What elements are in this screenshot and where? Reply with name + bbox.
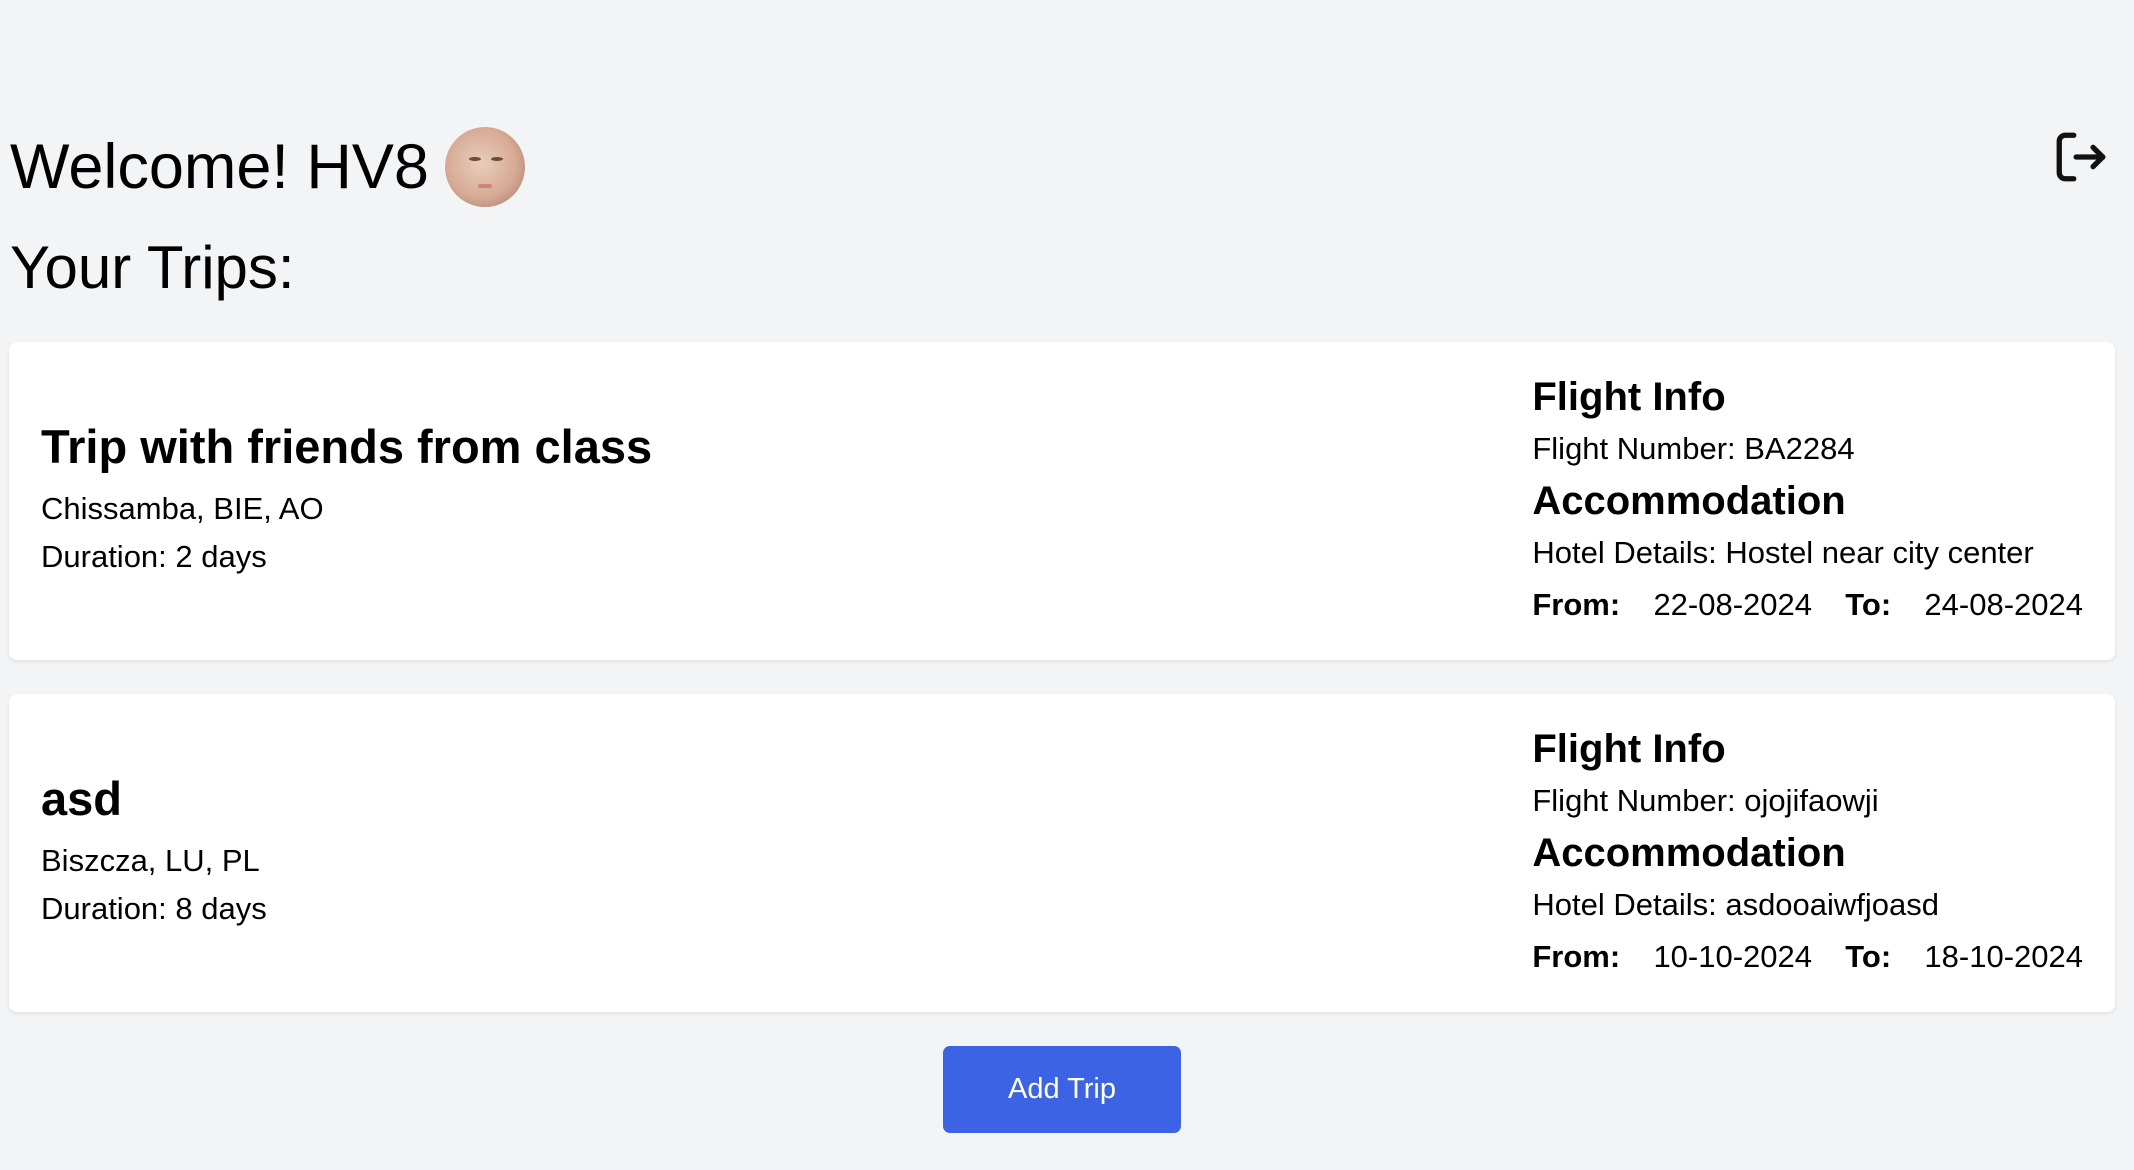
to-label: To: — [1845, 939, 1892, 974]
avatar-mouth — [477, 184, 492, 188]
hotel-details: Hotel Details: Hostel near city center — [1532, 535, 2034, 570]
flight-number: Flight Number: BA2284 — [1532, 431, 1855, 466]
avatar-left-eye — [468, 157, 481, 161]
page-title: Your Trips: — [10, 234, 295, 301]
from-date: 22-08-2024 — [1653, 587, 1813, 622]
trip-dates: From: 10-10-2024 To: 18-10-2024 — [1532, 931, 2083, 983]
logout-button[interactable] — [2050, 126, 2112, 188]
trip-details: Flight Info Flight Number: ojojifaowji A… — [1532, 694, 2083, 1012]
accommodation-heading: Accommodation — [1532, 831, 1846, 875]
trip-card[interactable]: asd Biszcza, LU, PL Duration: 8 days Fli… — [9, 694, 2115, 1012]
from-label: From: — [1532, 939, 1621, 974]
to-date: 18-10-2024 — [1924, 939, 2083, 974]
add-trip-button[interactable]: Add Trip — [943, 1046, 1181, 1133]
flight-info-heading: Flight Info — [1532, 375, 1726, 419]
from-date: 10-10-2024 — [1653, 939, 1813, 974]
trip-details: Flight Info Flight Number: BA2284 Accomm… — [1532, 342, 2083, 660]
trip-card[interactable]: Trip with friends from class Chissamba, … — [9, 342, 2115, 660]
trip-summary: Trip with friends from class Chissamba, … — [41, 342, 652, 660]
trip-duration: Duration: 2 days — [41, 538, 267, 574]
from-label: From: — [1532, 587, 1621, 622]
trip-location: Chissamba, BIE, AO — [41, 490, 324, 526]
to-label: To: — [1845, 587, 1892, 622]
user-avatar — [444, 127, 525, 207]
trip-name: asd — [41, 772, 122, 826]
trip-dates: From: 22-08-2024 To: 24-08-2024 — [1532, 579, 2083, 631]
trip-location: Biszcza, LU, PL — [41, 842, 260, 878]
accommodation-heading: Accommodation — [1532, 479, 1846, 523]
welcome-text: Welcome! HV8 — [10, 131, 429, 202]
trip-duration: Duration: 8 days — [41, 890, 267, 926]
to-date: 24-08-2024 — [1924, 587, 2083, 622]
trip-name: Trip with friends from class — [41, 420, 653, 474]
welcome-header: Welcome! HV8 — [10, 122, 525, 212]
avatar-right-eye — [490, 157, 503, 161]
trip-summary: asd Biszcza, LU, PL Duration: 8 days — [41, 694, 267, 1012]
flight-info-heading: Flight Info — [1532, 727, 1726, 771]
logout-icon[interactable] — [2052, 128, 2110, 186]
flight-number: Flight Number: ojojifaowji — [1532, 783, 1879, 818]
hotel-details: Hotel Details: asdooaiwfjoasd — [1532, 887, 1940, 922]
